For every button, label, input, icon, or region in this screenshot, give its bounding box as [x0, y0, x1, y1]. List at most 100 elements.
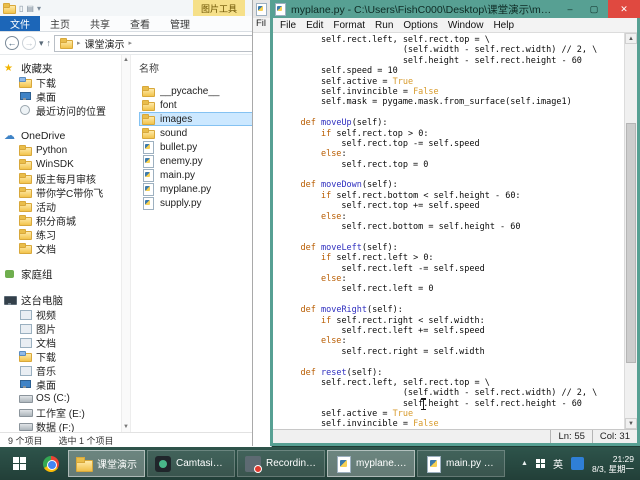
taskbar-button-chrome[interactable] — [38, 450, 66, 477]
taskbar-button-python[interactable]: main.py - C:\... — [417, 450, 505, 477]
file-row[interactable]: __pycache__ — [139, 84, 261, 98]
code-line[interactable] — [280, 295, 622, 305]
tab-view[interactable]: 查看 — [120, 16, 160, 31]
code-line[interactable] — [280, 170, 622, 180]
file-row[interactable]: main.py — [139, 168, 261, 182]
breadcrumb[interactable]: ▸ 课堂演示 ▸ — [54, 35, 266, 52]
code-line[interactable]: self.rect.top -= self.speed — [280, 139, 622, 149]
sidebar-item-folder[interactable]: 带你学C带你飞 — [0, 185, 121, 199]
code-line[interactable] — [280, 232, 622, 242]
sidebar-item-homegroup[interactable]: 家庭组 — [0, 267, 121, 281]
quick-access-new-folder-icon[interactable]: ▯ — [19, 4, 23, 13]
code-line[interactable]: (self.width - self.rect.width) // 2, \ — [280, 45, 622, 55]
sidebar-item-cloud[interactable]: OneDrive — [0, 129, 121, 143]
up-icon[interactable]: ↑ — [47, 38, 52, 48]
file-row[interactable]: myplane.py — [139, 182, 261, 196]
history-chevron-down-icon[interactable]: ▾ — [39, 38, 44, 49]
menu-run[interactable]: Run — [370, 20, 398, 31]
code-line[interactable]: self.rect.left = 0 — [280, 284, 622, 294]
code-area[interactable]: self.rect.left, self.rect.top = \ (self.… — [280, 35, 622, 429]
sidebar-item-desktop[interactable]: 桌面 — [0, 89, 121, 103]
code-line[interactable]: def moveRight(self): — [280, 305, 622, 315]
taskbar-button-camtasia[interactable]: Camtasia Stu... — [147, 450, 235, 477]
menu-file[interactable]: File — [275, 20, 301, 31]
menu-window[interactable]: Window — [443, 20, 489, 31]
sidebar-item-documents[interactable]: 文档 — [0, 335, 121, 349]
ime-indicator[interactable]: 英 — [553, 456, 563, 471]
forward-icon[interactable]: → — [22, 36, 36, 50]
close-button[interactable]: ✕ — [608, 0, 640, 18]
code-line[interactable]: def moveLeft(self): — [280, 243, 622, 253]
code-line[interactable]: self.rect.left, self.rect.top = \ — [280, 35, 622, 45]
quick-access-folder-icon[interactable]: ▤ — [26, 4, 34, 13]
code-line[interactable]: def reset(self): — [280, 368, 622, 378]
sidebar-item-folder[interactable]: Python — [0, 143, 121, 157]
code-line[interactable]: self.rect.top += self.speed — [280, 201, 622, 211]
code-line[interactable]: else: — [280, 336, 622, 346]
sidebar-item-folder[interactable]: 版主每月审核 — [0, 171, 121, 185]
menu-options[interactable]: Options — [398, 20, 442, 31]
code-line[interactable]: if self.rect.bottom < self.height - 60: — [280, 191, 622, 201]
code-line[interactable]: self.active = True — [280, 77, 622, 87]
sidebar-item-desktop[interactable]: 桌面 — [0, 377, 121, 391]
picture-tools-tab[interactable]: 图片工具 — [193, 0, 245, 16]
file-row[interactable]: images — [139, 112, 261, 126]
code-line[interactable]: def moveUp(self): — [280, 118, 622, 128]
file-row[interactable]: bullet.py — [139, 140, 261, 154]
background-idle-window[interactable]: Fil — [252, 0, 270, 446]
file-row[interactable]: sound — [139, 126, 261, 140]
sidebar-item-download[interactable]: 下载 — [0, 349, 121, 363]
maximize-button[interactable]: ▢ — [584, 0, 604, 18]
sidebar-item-music[interactable]: 音乐 — [0, 363, 121, 377]
code-line[interactable]: self.rect.left -= self.speed — [280, 264, 622, 274]
scroll-down-icon[interactable]: ▼ — [123, 424, 129, 430]
code-line[interactable]: (self.width - self.rect.width) // 2, \ — [280, 388, 622, 398]
taskbar-button-folder[interactable]: 课堂演示 — [68, 450, 145, 477]
code-line[interactable]: if self.rect.top > 0: — [280, 129, 622, 139]
sidebar-scrollbar[interactable]: ▲ ▼ — [121, 55, 131, 432]
sidebar-item-folder[interactable]: 积分商城 — [0, 213, 121, 227]
sidebar-item-folder[interactable]: 活动 — [0, 199, 121, 213]
code-line[interactable]: else: — [280, 149, 622, 159]
code-line[interactable]: if self.rect.right < self.width: — [280, 316, 622, 326]
sidebar-item-drive[interactable]: 工作室 (E:) — [0, 405, 121, 419]
background-window-menu[interactable]: Fil — [253, 18, 270, 33]
editor-scrollbar[interactable]: ▲ ▼ — [624, 33, 637, 429]
code-line[interactable]: self.mask = pygame.mask.from_surface(sel… — [280, 97, 622, 107]
code-line[interactable]: self.rect.left += self.speed — [280, 326, 622, 336]
sidebar-item-pictures[interactable]: 图片 — [0, 321, 121, 335]
tab-manage[interactable]: 管理 — [160, 16, 200, 31]
file-row[interactable]: enemy.py — [139, 154, 261, 168]
scroll-up-icon[interactable]: ▲ — [123, 57, 129, 63]
sidebar-item-computer[interactable]: 这台电脑 — [0, 293, 121, 307]
code-line[interactable]: self.active = True — [280, 409, 622, 419]
breadcrumb-segment[interactable]: 课堂演示 — [85, 36, 125, 51]
sidebar-item-drive[interactable]: 数据 (F:) — [0, 419, 121, 432]
code-line[interactable]: def moveDown(self): — [280, 180, 622, 190]
sidebar-item-videos[interactable]: 视频 — [0, 307, 121, 321]
code-line[interactable]: self.height - self.rect.height - 60 — [280, 56, 622, 66]
code-line[interactable]: if self.rect.left > 0: — [280, 253, 622, 263]
code-line[interactable]: else: — [280, 212, 622, 222]
code-line[interactable]: self.speed = 10 — [280, 66, 622, 76]
input-method-icon[interactable] — [571, 457, 584, 470]
menu-help[interactable]: Help — [488, 20, 519, 31]
start-button[interactable] — [2, 447, 36, 480]
sidebar-item-recent[interactable]: 最近访问的位置 — [0, 103, 121, 117]
tab-file[interactable]: 文件 — [0, 16, 40, 31]
code-line[interactable]: else: — [280, 274, 622, 284]
taskbar-button-python[interactable]: myplane.py -... — [327, 450, 415, 477]
idle-titlebar[interactable]: myplane.py - C:\Users\FishC000\Desktop\课… — [270, 0, 640, 18]
code-line[interactable]: self.rect.right = self.width — [280, 347, 622, 357]
sidebar-item-download[interactable]: 下载 — [0, 75, 121, 89]
file-row[interactable]: font — [139, 98, 261, 112]
code-line[interactable]: self.rect.bottom = self.height - 60 — [280, 222, 622, 232]
tab-home[interactable]: 主页 — [40, 16, 80, 31]
code-line[interactable] — [280, 108, 622, 118]
sidebar-item-folder[interactable]: 练习 — [0, 227, 121, 241]
code-line[interactable]: self.invincible = False — [280, 87, 622, 97]
sidebar-item-drive[interactable]: OS (C:) — [0, 391, 121, 405]
sidebar-item-folder[interactable]: WinSDK — [0, 157, 121, 171]
file-row[interactable]: supply.py — [139, 196, 261, 210]
background-window-titlebar[interactable] — [253, 0, 270, 18]
